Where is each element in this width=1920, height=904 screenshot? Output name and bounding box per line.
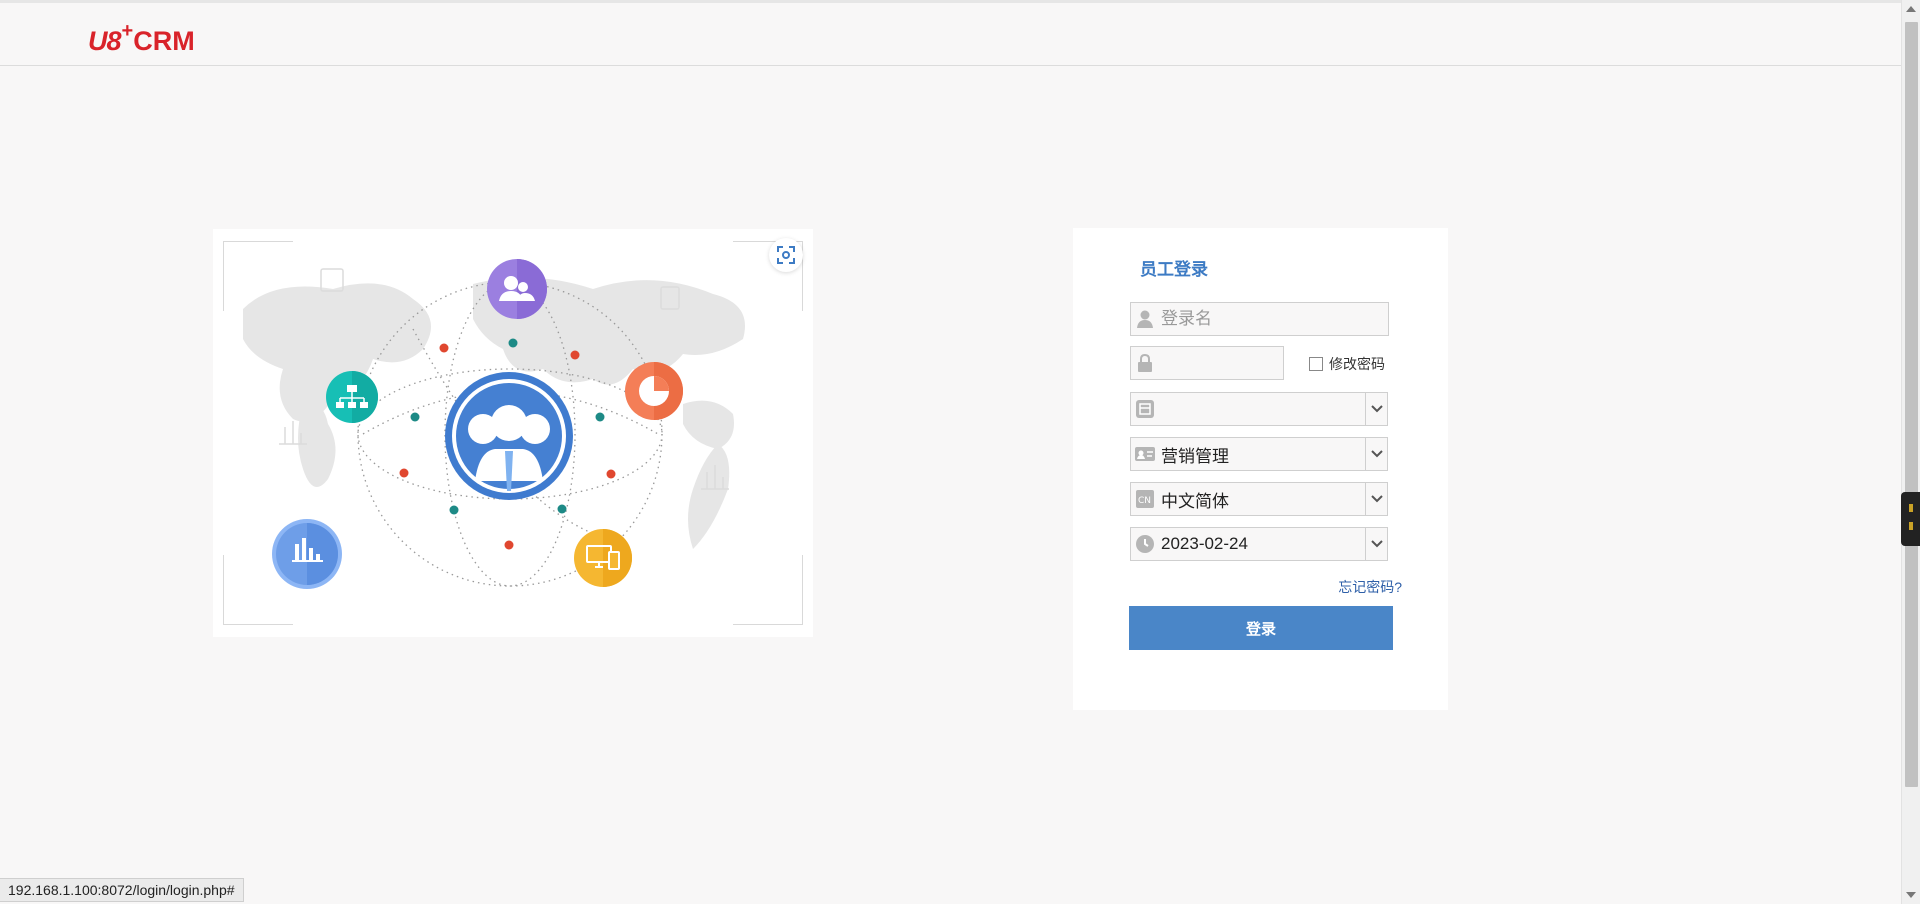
clock-icon	[1131, 528, 1159, 560]
account-book-icon	[1131, 393, 1159, 425]
language-field[interactable]: CN 中文简体	[1130, 482, 1366, 516]
account-field[interactable]	[1130, 392, 1366, 426]
widget-mark	[1909, 522, 1913, 530]
login-button[interactable]: 登录	[1129, 606, 1393, 650]
network-globe-graphic	[243, 259, 745, 589]
chevron-down-icon	[1370, 495, 1383, 503]
language-icon: CN	[1131, 483, 1159, 515]
chevron-down-icon	[1370, 450, 1383, 458]
chevron-down-icon	[1370, 405, 1383, 413]
role-field[interactable]: 营销管理	[1130, 437, 1366, 471]
date-value: 2023-02-24	[1161, 534, 1248, 553]
hero-illustration	[213, 229, 813, 637]
status-bar-url: 192.168.1.100:8072/login/login.php#	[0, 878, 244, 902]
side-floating-widget[interactable]	[1901, 492, 1920, 546]
id-card-icon	[1131, 438, 1159, 470]
username-input[interactable]	[1159, 303, 1388, 335]
logo-text-crm: CRM	[133, 26, 195, 56]
language-value: 中文简体	[1161, 491, 1229, 511]
role-value: 营销管理	[1161, 446, 1229, 466]
date-field[interactable]: 2023-02-24	[1130, 527, 1366, 561]
vertical-scrollbar[interactable]	[1901, 0, 1920, 904]
screenshot-scan-icon	[777, 246, 795, 264]
lock-icon	[1131, 347, 1159, 379]
logo-text-plus: +	[121, 20, 134, 42]
chevron-down-icon	[1370, 540, 1383, 548]
team-people-icon	[445, 372, 573, 500]
scroll-up-arrow-icon[interactable]	[1906, 6, 1916, 12]
login-title: 员工登录	[1140, 260, 1208, 279]
user-icon	[1131, 303, 1159, 335]
forgot-password-link[interactable]: 忘记密码?	[1338, 577, 1402, 597]
change-password-option[interactable]: 修改密码	[1309, 354, 1385, 374]
u8-crm-logo: U8 + CRM	[88, 20, 195, 60]
date-dropdown-button[interactable]	[1366, 527, 1388, 561]
scrollbar-thumb[interactable]	[1905, 22, 1918, 787]
scan-button[interactable]	[769, 238, 803, 272]
scroll-down-arrow-icon[interactable]	[1906, 892, 1916, 898]
logo-text-u8: U8	[88, 26, 122, 56]
password-field[interactable]	[1130, 346, 1284, 380]
change-password-checkbox[interactable]	[1309, 357, 1323, 371]
widget-mark	[1909, 504, 1913, 512]
account-dropdown-button[interactable]	[1366, 392, 1388, 426]
svg-text:CN: CN	[1138, 496, 1151, 506]
header-bar: U8 + CRM	[0, 3, 1901, 66]
password-input[interactable]	[1159, 347, 1283, 379]
role-dropdown-button[interactable]	[1366, 437, 1388, 471]
language-dropdown-button[interactable]	[1366, 482, 1388, 516]
username-field[interactable]	[1130, 302, 1389, 336]
login-panel: 员工登录 修改密码 营销管理 CN 中文简体	[1073, 228, 1448, 710]
change-password-label: 修改密码	[1329, 356, 1385, 372]
